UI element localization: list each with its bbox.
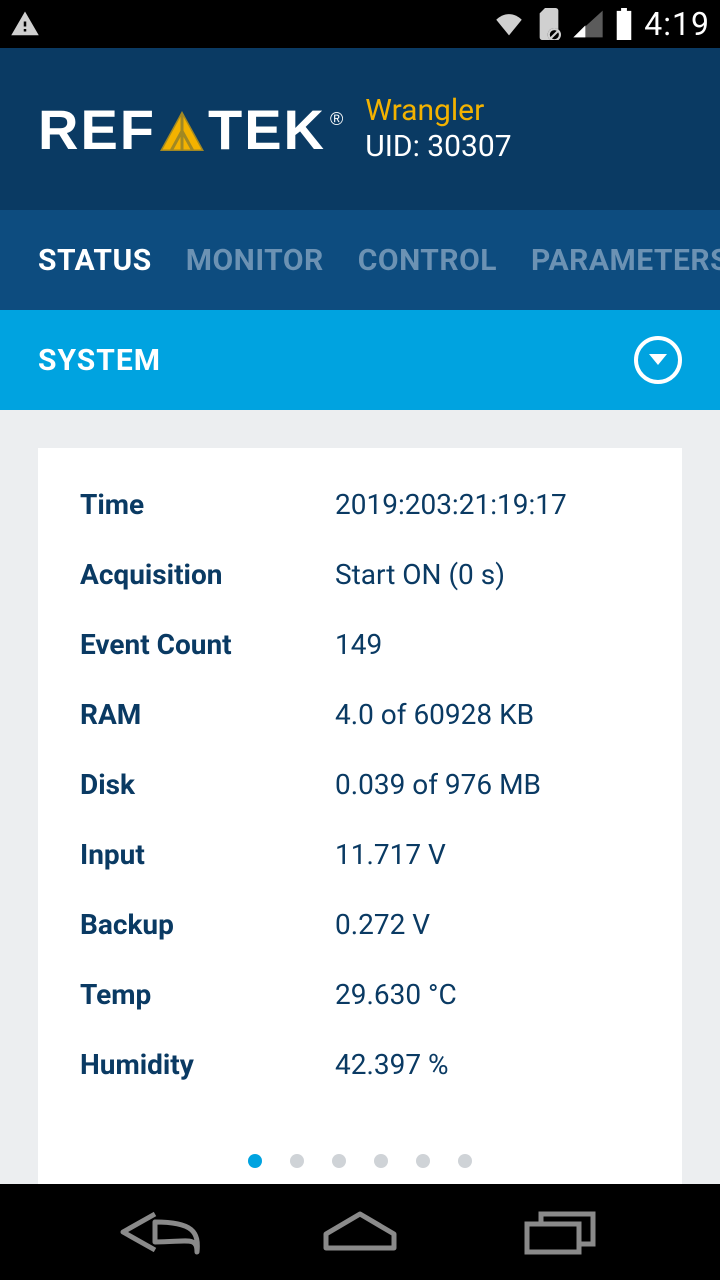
- sd-card-icon: [536, 8, 562, 40]
- battery-icon: [614, 8, 634, 40]
- reftek-logo: REF TEK ®: [38, 97, 341, 162]
- status-clock: 4:19: [644, 5, 710, 43]
- page-dot-6[interactable]: [458, 1154, 472, 1168]
- page-dot-5[interactable]: [416, 1154, 430, 1168]
- page-dot-3[interactable]: [332, 1154, 346, 1168]
- cell-signal-icon: [572, 9, 604, 39]
- logo-suffix: TEK: [208, 97, 326, 162]
- nav-back-button[interactable]: [100, 1202, 220, 1262]
- warning-icon: [10, 9, 40, 39]
- row-temp: Temp 29.630 °C: [80, 978, 640, 1048]
- wifi-icon: [492, 9, 526, 39]
- app-header: REF TEK ® Wrangler UID: 30307: [0, 48, 720, 210]
- label-disk: Disk: [80, 768, 335, 801]
- row-acquisition: Acquisition Start ON (0 s): [80, 558, 640, 628]
- status-card: Time 2019:203:21:19:17 Acquisition Start…: [38, 448, 682, 1184]
- value-humidity: 42.397 %: [335, 1048, 449, 1081]
- nav-home-button[interactable]: [300, 1202, 420, 1262]
- section-title: SYSTEM: [38, 343, 161, 378]
- registered-mark: ®: [330, 109, 345, 130]
- label-ram: RAM: [80, 698, 335, 731]
- row-disk: Disk 0.039 of 976 MB: [80, 768, 640, 838]
- label-humidity: Humidity: [80, 1048, 335, 1081]
- value-backup: 0.272 V: [335, 908, 430, 941]
- tab-status[interactable]: STATUS: [38, 243, 152, 278]
- page-dot-4[interactable]: [374, 1154, 388, 1168]
- main-tabs: STATUS MONITOR CONTROL PARAMETERS LOGIN: [0, 210, 720, 310]
- label-input: Input: [80, 838, 335, 871]
- value-input: 11.717 V: [335, 838, 446, 871]
- device-name: Wrangler: [365, 93, 511, 129]
- label-acquisition: Acquisition: [80, 558, 335, 591]
- tab-parameters[interactable]: PARAMETERS: [531, 243, 720, 278]
- row-humidity: Humidity 42.397 %: [80, 1048, 640, 1118]
- value-temp: 29.630 °C: [335, 978, 457, 1011]
- tab-control[interactable]: CONTROL: [358, 243, 497, 278]
- section-bar: SYSTEM: [0, 310, 720, 410]
- content-area: Time 2019:203:21:19:17 Acquisition Start…: [0, 410, 720, 1184]
- row-input: Input 11.717 V: [80, 838, 640, 908]
- value-acquisition: Start ON (0 s): [335, 558, 505, 591]
- row-ram: RAM 4.0 of 60928 KB: [80, 698, 640, 768]
- device-uid: UID: 30307: [365, 129, 511, 165]
- page-indicator: [0, 1154, 720, 1168]
- row-backup: Backup 0.272 V: [80, 908, 640, 978]
- section-dropdown-button[interactable]: [634, 336, 682, 384]
- android-status-bar: 4:19: [0, 0, 720, 48]
- value-time: 2019:203:21:19:17: [335, 488, 567, 521]
- page-dot-2[interactable]: [290, 1154, 304, 1168]
- label-temp: Temp: [80, 978, 335, 1011]
- tab-monitor[interactable]: MONITOR: [186, 243, 324, 278]
- value-event-count: 149: [335, 628, 382, 661]
- page-dot-1[interactable]: [248, 1154, 262, 1168]
- logo-triangle-icon: [158, 101, 206, 166]
- label-event-count: Event Count: [80, 628, 335, 661]
- label-backup: Backup: [80, 908, 335, 941]
- row-event-count: Event Count 149: [80, 628, 640, 698]
- chevron-down-icon: [647, 352, 669, 368]
- row-time: Time 2019:203:21:19:17: [80, 488, 640, 558]
- label-time: Time: [80, 488, 335, 521]
- nav-recents-button[interactable]: [500, 1202, 620, 1262]
- value-disk: 0.039 of 976 MB: [335, 768, 541, 801]
- logo-prefix: REF: [38, 97, 156, 162]
- value-ram: 4.0 of 60928 KB: [335, 698, 534, 731]
- android-nav-bar: [0, 1184, 720, 1280]
